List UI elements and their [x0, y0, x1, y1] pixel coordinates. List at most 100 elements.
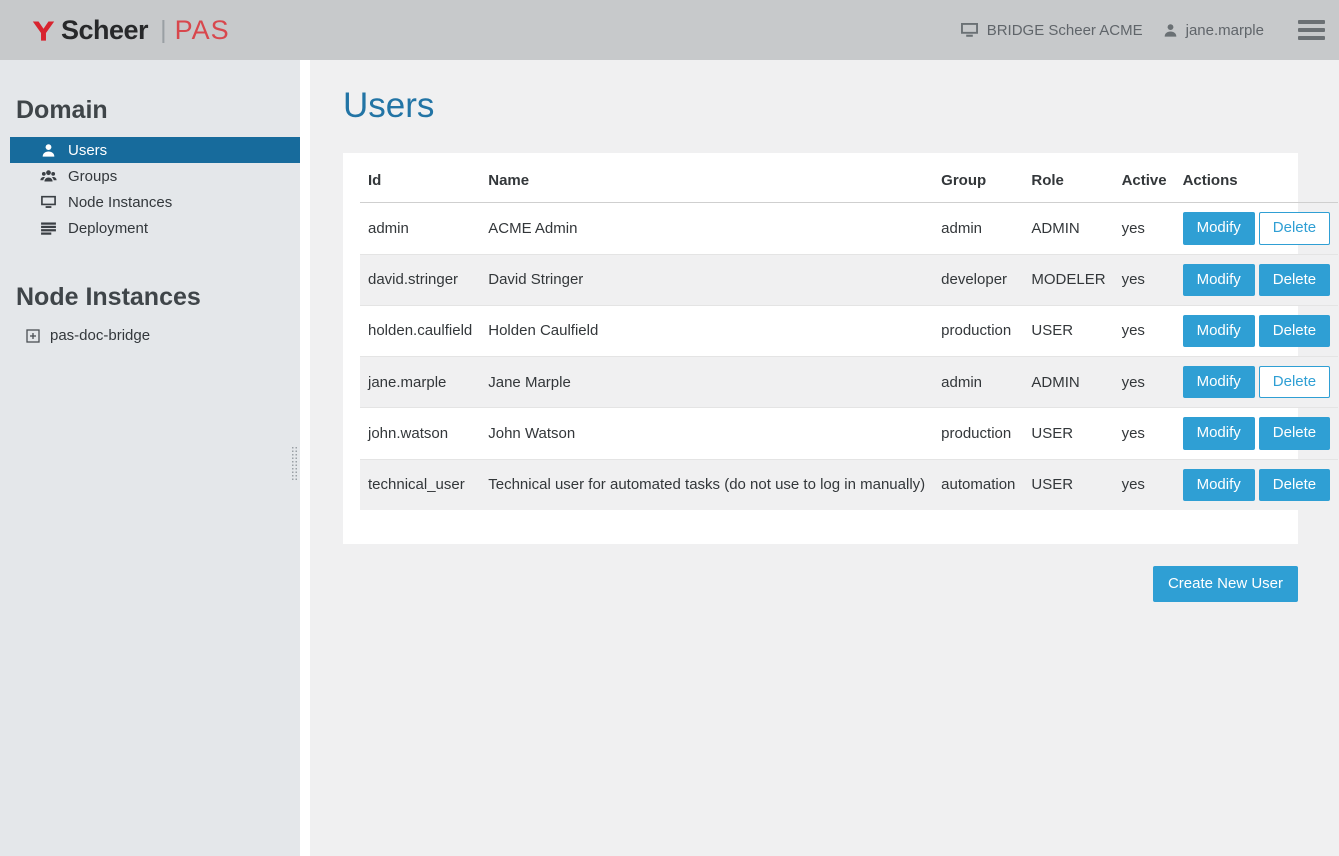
delete-button[interactable]: Delete [1259, 264, 1330, 296]
user-id-cell: jane.marple [360, 357, 480, 408]
user-role-cell: ADMIN [1023, 357, 1113, 408]
stacked-lines-icon [40, 222, 57, 235]
sidebar-item-label: Node Instances [68, 194, 172, 211]
create-user-row: Create New User [343, 566, 1298, 602]
current-user-label: jane.marple [1186, 22, 1264, 39]
column-header-group: Group [933, 153, 1023, 203]
top-bar-right: BRIDGE Scheer ACME jane.marple [960, 18, 1325, 42]
desktop-monitor-icon [40, 195, 57, 209]
delete-button[interactable]: Delete [1259, 417, 1330, 449]
user-actions-cell: Modify Delete [1175, 254, 1339, 305]
create-new-user-button[interactable]: Create New User [1153, 566, 1298, 602]
main-content: Users Id Name Group Role Active Actions … [310, 60, 1339, 856]
user-actions-cell: Modify Delete [1175, 203, 1339, 254]
current-user-indicator[interactable]: jane.marple [1163, 22, 1264, 39]
user-name-cell: Holden Caulfield [480, 305, 933, 356]
table-header-row: Id Name Group Role Active Actions [360, 153, 1338, 203]
user-actions-cell: Modify Delete [1175, 357, 1339, 408]
sidebar-item-node-instances[interactable]: Node Instances [10, 189, 300, 215]
table-row: holden.caulfield Holden Caulfield produc… [360, 305, 1338, 356]
sidebar-item-users[interactable]: Users [10, 137, 300, 163]
user-icon [40, 143, 57, 158]
logo-product-text: PAS [175, 15, 230, 46]
delete-button[interactable]: Delete [1259, 366, 1330, 398]
table-row: admin ACME Admin admin ADMIN yes Modify … [360, 203, 1338, 254]
modify-button[interactable]: Modify [1183, 264, 1255, 296]
desktop-monitor-icon [960, 22, 979, 38]
user-group-cell: admin [933, 357, 1023, 408]
sidebar-item-label: Groups [68, 168, 117, 185]
page-title: Users [343, 86, 1339, 126]
user-id-cell: admin [360, 203, 480, 254]
table-row: john.watson John Watson production USER … [360, 408, 1338, 459]
column-header-role: Role [1023, 153, 1113, 203]
user-role-cell: ADMIN [1023, 203, 1113, 254]
person-icon [1163, 23, 1178, 38]
users-table-body: admin ACME Admin admin ADMIN yes Modify … [360, 203, 1338, 510]
user-name-cell: David Stringer [480, 254, 933, 305]
sidebar-item-deployment[interactable]: Deployment [10, 215, 300, 241]
user-name-cell: ACME Admin [480, 203, 933, 254]
modify-button[interactable]: Modify [1183, 315, 1255, 347]
delete-button[interactable]: Delete [1259, 212, 1330, 244]
top-bar: Scheer | PAS BRIDGE Scheer ACME jane.mar… [0, 0, 1339, 60]
modify-button[interactable]: Modify [1183, 469, 1255, 501]
user-id-cell: technical_user [360, 459, 480, 510]
table-row: jane.marple Jane Marple admin ADMIN yes … [360, 357, 1338, 408]
logo-separator: | [160, 16, 167, 45]
delete-button[interactable]: Delete [1259, 469, 1330, 501]
user-role-cell: USER [1023, 408, 1113, 459]
user-active-cell: yes [1114, 254, 1175, 305]
column-header-id: Id [360, 153, 480, 203]
sidebar-heading-domain: Domain [16, 96, 300, 125]
sidebar-item-label: Deployment [68, 220, 148, 237]
modify-button[interactable]: Modify [1183, 417, 1255, 449]
user-role-cell: MODELER [1023, 254, 1113, 305]
user-active-cell: yes [1114, 408, 1175, 459]
user-actions-cell: Modify Delete [1175, 305, 1339, 356]
users-group-icon [40, 169, 57, 183]
user-name-cell: John Watson [480, 408, 933, 459]
column-header-actions: Actions [1175, 153, 1339, 203]
user-actions-cell: Modify Delete [1175, 408, 1339, 459]
tree-item-pas-doc-bridge[interactable]: pas-doc-bridge [26, 327, 300, 344]
user-id-cell: john.watson [360, 408, 480, 459]
delete-button[interactable]: Delete [1259, 315, 1330, 347]
user-active-cell: yes [1114, 305, 1175, 356]
table-row: david.stringer David Stringer developer … [360, 254, 1338, 305]
sidebar-heading-node-instances: Node Instances [16, 283, 300, 312]
modify-button[interactable]: Modify [1183, 366, 1255, 398]
column-header-name: Name [480, 153, 933, 203]
sidebar: Domain Users Grou [0, 60, 300, 856]
logo-brand-text: Scheer [61, 15, 148, 46]
user-id-cell: david.stringer [360, 254, 480, 305]
domain-nav: Users Groups Nod [0, 137, 300, 241]
node-instance-indicator[interactable]: BRIDGE Scheer ACME [960, 22, 1143, 39]
user-group-cell: production [933, 305, 1023, 356]
user-name-cell: Jane Marple [480, 357, 933, 408]
user-group-cell: developer [933, 254, 1023, 305]
plus-square-expand-icon[interactable] [26, 329, 40, 343]
user-actions-cell: Modify Delete [1175, 459, 1339, 510]
tree-item-label: pas-doc-bridge [50, 327, 150, 344]
table-row: technical_user Technical user for automa… [360, 459, 1338, 510]
sidebar-resize-handle[interactable] [291, 446, 299, 480]
scheer-pas-logo[interactable]: Scheer | PAS [30, 15, 230, 46]
sidebar-item-groups[interactable]: Groups [10, 163, 300, 189]
hamburger-menu-icon[interactable] [1298, 18, 1325, 42]
users-table: Id Name Group Role Active Actions admin … [360, 153, 1338, 510]
user-active-cell: yes [1114, 459, 1175, 510]
user-group-cell: production [933, 408, 1023, 459]
users-table-card: Id Name Group Role Active Actions admin … [343, 153, 1298, 544]
scheer-logo-mark [30, 17, 57, 44]
user-role-cell: USER [1023, 459, 1113, 510]
user-active-cell: yes [1114, 203, 1175, 254]
user-id-cell: holden.caulfield [360, 305, 480, 356]
user-group-cell: automation [933, 459, 1023, 510]
column-header-active: Active [1114, 153, 1175, 203]
user-name-cell: Technical user for automated tasks (do n… [480, 459, 933, 510]
user-role-cell: USER [1023, 305, 1113, 356]
modify-button[interactable]: Modify [1183, 212, 1255, 244]
user-active-cell: yes [1114, 357, 1175, 408]
sidebar-item-label: Users [68, 142, 107, 159]
